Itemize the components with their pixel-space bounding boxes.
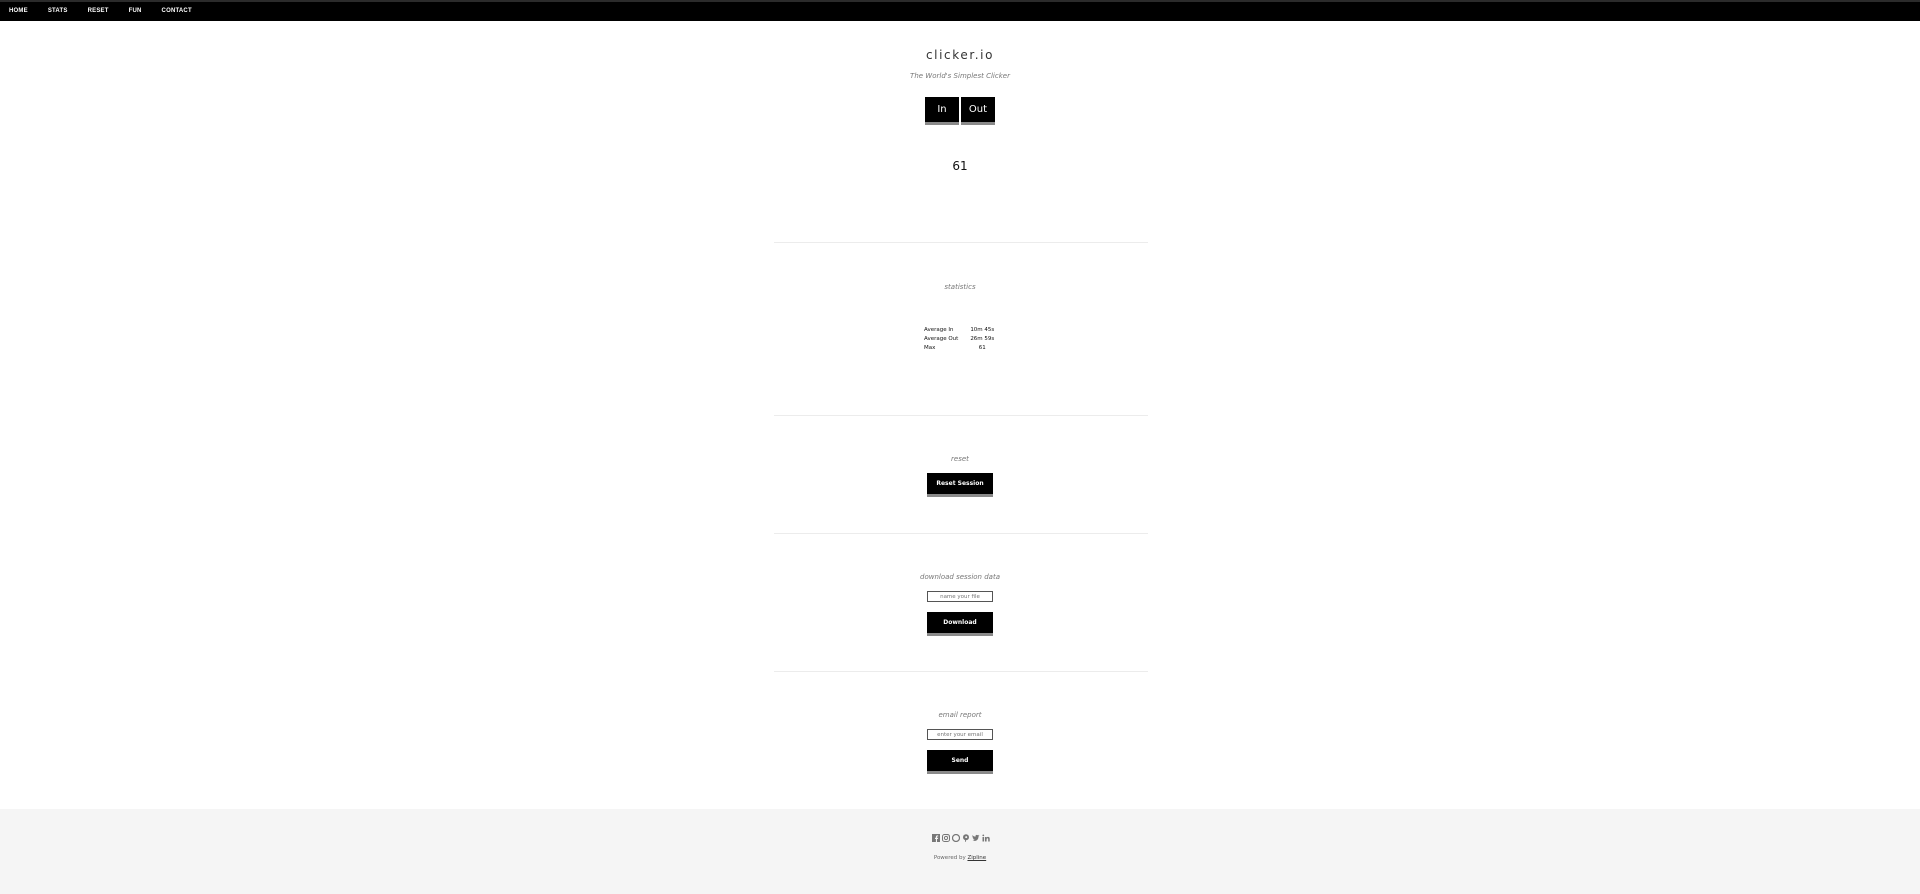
page-content: clicker.io The World's Simplest Clicker … (0, 21, 1920, 894)
powered-by-prefix: Powered by (933, 855, 966, 861)
divider (774, 242, 1148, 243)
statistics-heading: statistics (944, 283, 976, 291)
statistics-table: Average In 10m 45s Average Out 26m 59s M… (920, 326, 998, 353)
in-out-buttons: In Out (925, 97, 995, 125)
stats-row-value: 61 (978, 345, 986, 351)
github-icon[interactable] (951, 833, 961, 843)
divider (774, 533, 1148, 534)
download-button[interactable]: Download (927, 612, 993, 636)
social-links (932, 833, 990, 843)
divider (774, 671, 1148, 672)
site-title: clicker.io (925, 48, 995, 62)
powered-by: Powered by Zipline (934, 855, 986, 861)
download-heading: download session data (920, 573, 1000, 581)
site-subtitle: The World's Simplest Clicker (910, 72, 1010, 80)
divider (774, 415, 1148, 416)
linkedin-icon[interactable] (982, 834, 990, 842)
stats-row-name: Max (924, 345, 936, 351)
twitter-icon[interactable] (972, 834, 980, 842)
send-button[interactable]: Send (927, 750, 993, 774)
pinterest-icon[interactable] (962, 834, 970, 842)
email-input[interactable] (927, 729, 993, 740)
nav-fun[interactable]: FUN (129, 2, 142, 21)
nav-home[interactable]: HOME (9, 2, 28, 21)
stats-row: Max 61 (920, 344, 998, 353)
powered-by-link[interactable]: Zipline (967, 855, 986, 861)
stats-row-name: Average Out (924, 336, 959, 342)
facebook-icon[interactable] (932, 834, 940, 842)
stats-row: Average In 10m 45s (920, 326, 998, 335)
nav-contact[interactable]: CONTACT (162, 2, 192, 21)
stats-row: Average Out 26m 59s (920, 335, 998, 344)
footer: Powered by Zipline (0, 809, 1920, 894)
stats-row-name: Average In (924, 327, 954, 333)
click-counter: 61 (952, 159, 968, 173)
stats-row-value: 10m 45s (970, 327, 995, 333)
instagram-icon[interactable] (942, 834, 950, 842)
nav-stats[interactable]: STATS (48, 2, 68, 21)
nav-reset[interactable]: RESET (88, 2, 109, 21)
main-nav: HOME STATS RESET FUN CONTACT (0, 2, 1920, 21)
reset-heading: reset (951, 455, 969, 463)
top-nav-bar: HOME STATS RESET FUN CONTACT (0, 0, 1920, 21)
filename-input[interactable] (927, 591, 993, 602)
stats-row-value: 26m 59s (970, 336, 995, 342)
email-heading: email report (938, 711, 982, 719)
out-button[interactable]: Out (961, 97, 995, 125)
reset-session-button[interactable]: Reset Session (927, 473, 993, 497)
in-button[interactable]: In (925, 97, 959, 125)
